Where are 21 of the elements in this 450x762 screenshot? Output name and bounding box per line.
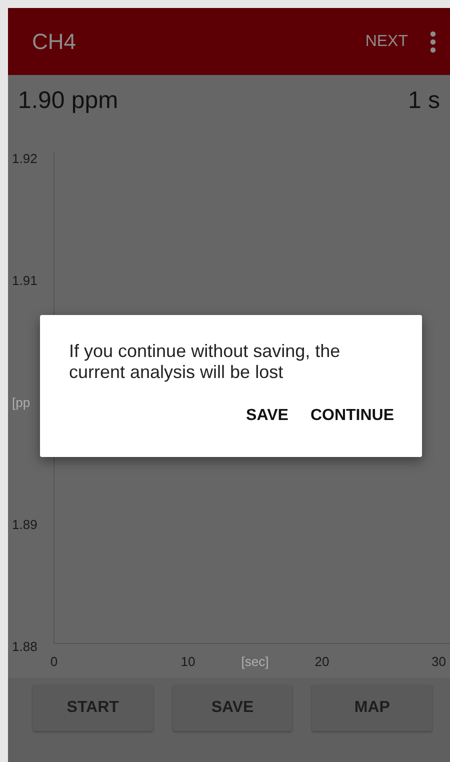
dialog-button[interactable]: SAVE (246, 407, 288, 425)
action-button[interactable]: MAP (312, 685, 432, 731)
y-axis-title: [pp (12, 395, 30, 410)
y-tick-label: 1.88 (12, 639, 38, 654)
dialog-button[interactable]: CONTINUE (310, 407, 394, 425)
y-tick-label: 1.89 (12, 517, 38, 532)
y-tick-label: 1.92 (12, 151, 38, 166)
interval-value: 1 s (408, 87, 440, 116)
app-title: CH4 (32, 28, 78, 54)
x-tick-label: 10 (180, 654, 196, 669)
y-tick-label: 1.91 (12, 273, 38, 288)
next-button[interactable]: NEXT (365, 32, 408, 50)
reading-value: 1.90 ppm (18, 87, 118, 116)
x-tick-label: 30 (432, 654, 446, 669)
dialog-message: If you continue without saving, the current analysis will be lost (69, 341, 342, 383)
more-icon[interactable] (430, 30, 436, 52)
x-axis-title: [sec] (241, 654, 269, 669)
x-tick-label: 20 (314, 654, 330, 669)
x-tick-label: 0 (50, 654, 58, 669)
action-button[interactable]: SAVE (172, 685, 292, 731)
action-button[interactable]: START (33, 685, 153, 731)
